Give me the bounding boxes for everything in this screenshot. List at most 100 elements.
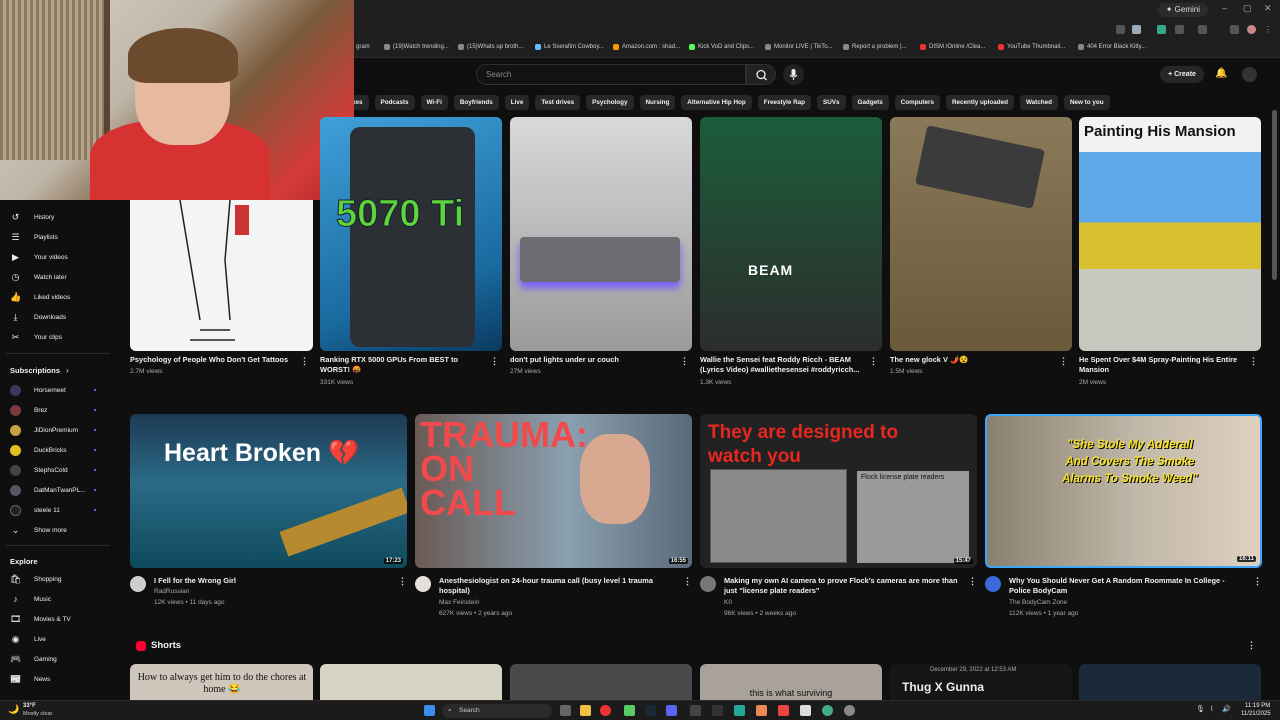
more-options-icon[interactable]: ⋮	[968, 576, 977, 587]
sidebar-item-liked-videos[interactable]: 👍 Liked videos	[0, 288, 114, 306]
channel-name[interactable]: Max Feinstein	[439, 599, 479, 606]
chrome-icon[interactable]	[822, 705, 833, 716]
sidebar-item-playlists[interactable]: ☰ Playlists	[0, 228, 114, 246]
chip[interactable]: Psychology	[586, 95, 634, 110]
channel-name[interactable]: RadRussian	[154, 588, 189, 595]
video-thumbnail[interactable]: They are designed to watch you Flock lic…	[700, 414, 977, 568]
app-icon[interactable]	[734, 705, 745, 716]
short-thumbnail[interactable]	[1079, 664, 1261, 700]
wifi-icon[interactable]: ⌇	[1210, 705, 1221, 716]
downloads-icon[interactable]	[1230, 25, 1239, 34]
bookmark-item[interactable]: Report a problem |...	[843, 44, 907, 50]
voice-search-button[interactable]	[783, 64, 804, 85]
chip[interactable]: Recently uploaded	[945, 95, 1014, 110]
video-thumbnail[interactable]: BEAM	[700, 117, 882, 351]
cast-icon[interactable]	[1116, 25, 1125, 34]
short-thumbnail[interactable]: this is what surviving	[700, 664, 882, 700]
sidebar-item-music[interactable]: ♪ Music	[0, 590, 114, 608]
channel-avatar[interactable]	[700, 576, 716, 592]
discord-icon[interactable]	[666, 705, 677, 716]
video-thumbnail[interactable]: "She Stole My Adderall And Covers The Sm…	[985, 414, 1262, 568]
subscriptions-header[interactable]: Subscriptions ›	[0, 361, 114, 379]
epic-games-icon[interactable]	[712, 705, 723, 716]
create-button[interactable]: + Create	[1160, 66, 1204, 83]
chip[interactable]: Test drives	[535, 95, 581, 110]
chip[interactable]: Freestyle Rap	[757, 95, 812, 110]
more-options-icon[interactable]: ⋮	[680, 356, 689, 367]
sidebar-item-watch-later[interactable]: ◷ Watch later	[0, 268, 114, 286]
video-title[interactable]: Ranking RTX 5000 GPUs From BEST to WORST…	[320, 355, 485, 375]
bookmark-item[interactable]: Le Sserafim Cowboy...	[535, 44, 604, 50]
windows-start-icon[interactable]	[424, 705, 435, 716]
video-thumbnail[interactable]: 5070 Ti	[320, 117, 502, 351]
video-title[interactable]: Anesthesiologist on 24-hour trauma call …	[439, 576, 675, 596]
taskbar-search[interactable]: ⌕ Search	[442, 704, 552, 718]
bookmark-item[interactable]: Monitor LIVE | TikTo...	[765, 44, 833, 50]
channel-avatar[interactable]	[415, 576, 431, 592]
more-options-icon[interactable]: ⋮	[490, 356, 499, 367]
volume-icon[interactable]: 🔊	[1222, 705, 1233, 716]
more-options-icon[interactable]: ⋮	[1253, 576, 1262, 587]
video-thumbnail[interactable]: TRAUMA: ON CALL 16:55	[415, 414, 692, 568]
chip[interactable]: Boyfriends	[453, 95, 499, 110]
subscription-channel[interactable]: JiDionPremium	[0, 421, 114, 439]
video-title[interactable]: Wallie the Sensei feat Roddy Ricch - BEA…	[700, 355, 865, 375]
more-options-icon[interactable]: ⋮	[398, 576, 407, 587]
bookmark-item[interactable]: (19)Watch trending...	[384, 44, 449, 50]
weather-desc[interactable]: Mostly clear	[23, 711, 52, 717]
subscription-channel[interactable]: Brez	[0, 401, 114, 419]
clock-time[interactable]: 11:19 PM	[1245, 703, 1270, 709]
more-options-icon[interactable]: ⋮	[1247, 640, 1256, 651]
chip[interactable]: Wi-Fi	[420, 95, 448, 110]
bookmark-item[interactable]: Kick VoD and Clips...	[689, 44, 754, 50]
more-options-icon[interactable]: ⋮	[300, 356, 309, 367]
video-title[interactable]: don't put lights under ur couch	[510, 355, 675, 365]
short-thumbnail[interactable]: How to always get him to do the chores a…	[130, 664, 313, 700]
sidebar-item-history[interactable]: ↺ History	[0, 208, 114, 226]
chip[interactable]: Computers	[894, 95, 940, 110]
app-icon[interactable]	[690, 705, 701, 716]
bookmark-item[interactable]: 404 Error Black Kitty...	[1078, 44, 1146, 50]
bookmark-item[interactable]: DISM /Online /Clea...	[920, 44, 985, 50]
bookmark-star-icon[interactable]	[1132, 25, 1141, 34]
video-thumbnail[interactable]	[510, 117, 692, 351]
maximize-icon[interactable]: ▢	[1243, 3, 1252, 14]
search-input[interactable]: Search	[476, 64, 746, 85]
sidebar-item-movies[interactable]: 🎞 Movies & TV	[0, 610, 114, 628]
chip[interactable]: SUVs	[817, 95, 846, 110]
video-title[interactable]: Psychology of People Who Don't Get Tatto…	[130, 355, 295, 365]
more-options-icon[interactable]: ⋮	[683, 576, 692, 587]
subscription-channel[interactable]: Horsemeet	[0, 381, 114, 399]
chip[interactable]: Alternative Hip Hop	[681, 95, 752, 110]
channel-name[interactable]: The BodyCam Zone	[1009, 599, 1067, 606]
video-title[interactable]: I Fell for the Wrong Girl	[154, 576, 390, 586]
video-title[interactable]: The new glock V 🌶️😵	[890, 355, 1055, 365]
bookmark-item[interactable]: Amazon.com : shad...	[613, 44, 680, 50]
bookmark-item[interactable]: YouTube Thumbnail...	[998, 44, 1065, 50]
chrome-icon[interactable]	[600, 705, 611, 716]
gemini-button[interactable]: ✦ Gemini	[1157, 3, 1208, 17]
subscription-channel[interactable]: StephsCold	[0, 461, 114, 479]
more-options-icon[interactable]: ⋮	[1249, 356, 1258, 367]
short-thumbnail[interactable]	[510, 664, 692, 700]
video-title[interactable]: Making my own AI camera to prove Flock's…	[724, 576, 964, 596]
sidebar-item-shopping[interactable]: 🛍 Shopping	[0, 570, 114, 588]
app-icon[interactable]	[624, 705, 635, 716]
settings-icon[interactable]	[844, 705, 855, 716]
video-title[interactable]: He Spent Over $4M Spray-Painting His Ent…	[1079, 355, 1244, 375]
chip[interactable]: Gadgets	[851, 95, 889, 110]
notifications-bell-icon[interactable]: 🔔	[1215, 68, 1227, 79]
short-thumbnail[interactable]: December 29, 2022 at 12:53 AM Thug X Gun…	[890, 664, 1072, 700]
app-icon[interactable]	[800, 705, 811, 716]
minimize-icon[interactable]: –	[1222, 3, 1227, 13]
sidebar-item-downloads[interactable]: ⤓ Downloads	[0, 308, 114, 326]
more-options-icon[interactable]: ⋮	[869, 356, 878, 367]
video-title[interactable]: Why You Should Never Get A Random Roomma…	[1009, 576, 1245, 596]
clock-date[interactable]: 11/21/2025	[1241, 711, 1271, 717]
sidebar-item-gaming[interactable]: 🎮 Gaming	[0, 650, 114, 668]
firefox-icon[interactable]	[756, 705, 767, 716]
menu-icon[interactable]: ⋮	[1264, 25, 1273, 34]
profile-icon[interactable]	[1247, 25, 1256, 34]
task-view-icon[interactable]	[560, 705, 571, 716]
bookmark-item[interactable]: (15)Whats up broth...	[458, 44, 523, 50]
